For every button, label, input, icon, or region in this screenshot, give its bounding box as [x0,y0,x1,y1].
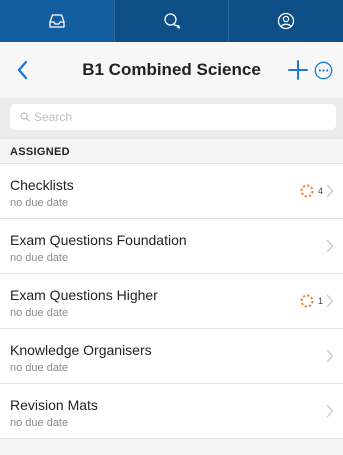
inbox-icon [49,14,65,28]
item-due-date: no due date [10,307,69,319]
item-due-date: no due date [10,417,69,429]
more-options-button[interactable] [314,61,333,80]
assigned-list: Checklists no due date 4 Exam Questions … [0,164,343,439]
list-item[interactable]: Checklists no due date 4 [0,164,343,219]
list-item[interactable]: Exam Questions Higher no due date 1 [0,274,343,329]
chevron-right-icon [326,239,334,253]
search-icon [20,112,30,122]
section-header: ASSIGNED [0,138,343,164]
item-name: Revision Mats [10,397,98,413]
tab-inbox[interactable] [0,0,115,42]
chat-bubbles-icon [163,13,180,29]
item-due-date: no due date [10,252,69,264]
tab-chat[interactable] [115,0,230,42]
tab-profile[interactable] [229,0,343,42]
item-due-date: no due date [10,197,69,209]
item-name: Checklists [10,177,74,193]
search-box[interactable] [10,104,336,130]
item-name: Knowledge Organisers [10,342,152,358]
list-item[interactable]: Revision Mats no due date [0,384,343,439]
item-name: Exam Questions Foundation [10,232,187,248]
search-bar [0,98,343,138]
chevron-right-icon [326,294,334,308]
item-due-date: no due date [10,362,69,374]
chevron-right-icon [326,184,334,198]
chevron-right-icon [326,404,334,418]
chevron-left-icon [17,60,28,80]
back-button[interactable] [16,56,36,84]
section-label: ASSIGNED [10,146,70,158]
more-circle-icon [314,61,333,80]
search-input[interactable] [34,110,314,124]
list-item[interactable]: Knowledge Organisers no due date [0,329,343,384]
item-count: 1 [318,296,324,306]
list-item[interactable]: Exam Questions Foundation no due date [0,219,343,274]
user-profile-icon [278,12,295,30]
add-button[interactable] [287,59,309,81]
chevron-right-icon [326,349,334,363]
progress-icon [299,293,315,309]
progress-icon [299,183,315,199]
navigation-bar: B1 Combined Science [0,42,343,98]
item-count: 4 [318,186,324,196]
top-tab-bar [0,0,343,42]
plus-icon [288,60,308,80]
item-name: Exam Questions Higher [10,287,158,303]
